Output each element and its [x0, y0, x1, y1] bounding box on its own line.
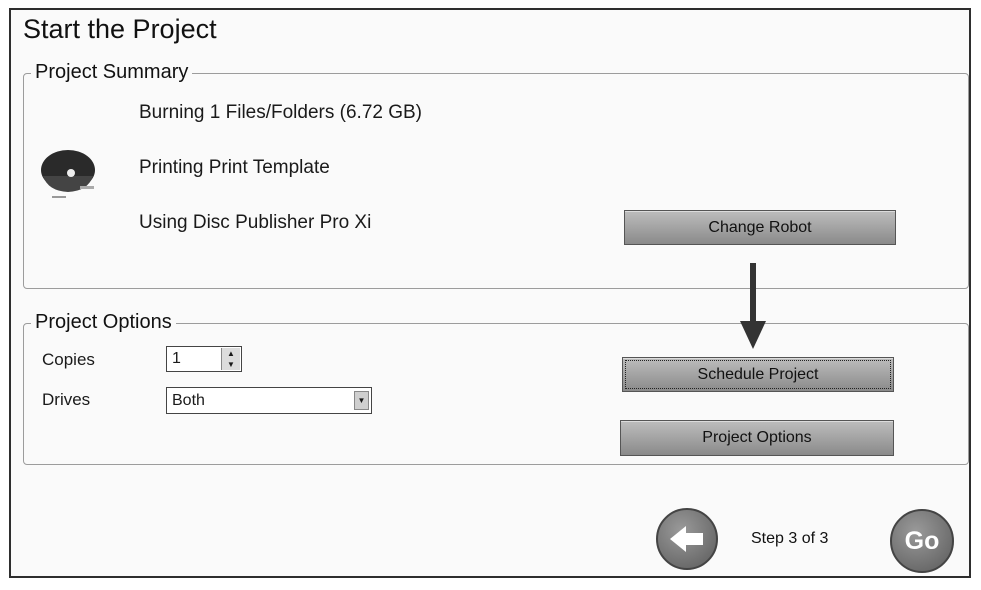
project-options-group: Project Options Copies 1 ▲ ▼ Drives Both… — [23, 310, 969, 465]
summary-printing-text: Printing Print Template — [139, 157, 330, 178]
project-window: Start the Project Project Summary Burnin… — [9, 8, 971, 578]
go-button[interactable]: Go — [890, 509, 954, 573]
drives-select[interactable]: Both ▼ — [166, 387, 372, 414]
drives-value: Both — [172, 392, 205, 409]
copies-label: Copies — [42, 350, 95, 369]
summary-robot-text: Using Disc Publisher Pro Xi — [139, 212, 372, 233]
disc-icon — [41, 150, 95, 198]
project-summary-legend: Project Summary — [31, 60, 193, 84]
schedule-project-button[interactable]: Schedule Project — [622, 357, 894, 392]
chevron-down-icon[interactable]: ▼ — [354, 391, 369, 410]
step-indicator: Step 3 of 3 — [751, 530, 829, 547]
copies-value: 1 — [172, 350, 181, 367]
back-button[interactable] — [656, 508, 718, 570]
drives-label: Drives — [42, 390, 91, 409]
spin-up-icon[interactable]: ▲ — [222, 348, 240, 359]
copies-stepper[interactable]: 1 ▲ ▼ — [166, 346, 242, 372]
spin-down-icon[interactable]: ▼ — [222, 359, 240, 370]
project-options-legend: Project Options — [31, 310, 176, 334]
project-summary-group: Project Summary Burning 1 Files/Folders … — [23, 60, 969, 289]
project-options-button[interactable]: Project Options — [620, 420, 894, 456]
summary-burning-text: Burning 1 Files/Folders (6.72 GB) — [139, 102, 423, 123]
change-robot-button[interactable]: Change Robot — [624, 210, 896, 245]
back-arrow-icon — [670, 526, 703, 552]
down-arrow-icon — [740, 263, 766, 349]
page-title: Start the Project — [23, 14, 217, 44]
